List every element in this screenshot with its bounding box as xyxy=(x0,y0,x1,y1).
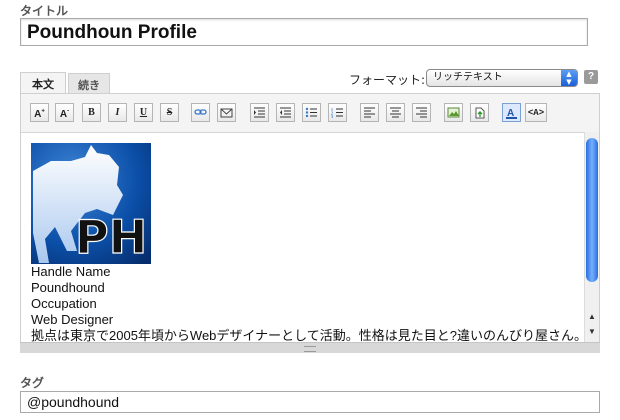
bulleted-list-icon[interactable] xyxy=(302,103,321,122)
numbered-list-icon[interactable]: 123 xyxy=(328,103,347,122)
underline-icon[interactable]: U xyxy=(134,103,153,122)
title-input[interactable]: Poundhoun Profile xyxy=(20,18,588,46)
tag-input[interactable]: @poundhound xyxy=(20,391,600,413)
insert-file-icon[interactable] xyxy=(470,103,489,122)
help-icon[interactable]: ? xyxy=(584,70,598,84)
align-right-icon[interactable] xyxy=(412,103,431,122)
format-select-value: リッチテキスト xyxy=(433,72,503,83)
email-icon[interactable] xyxy=(217,103,236,122)
content-line: Handle Name xyxy=(31,264,111,279)
text-color-icon[interactable]: A xyxy=(502,103,521,122)
format-label: フォーマット: xyxy=(349,73,426,87)
svg-text:3: 3 xyxy=(331,114,333,118)
align-center-icon[interactable] xyxy=(386,103,405,122)
scroll-up-icon[interactable]: ▲ xyxy=(587,312,597,322)
font-size-up-icon[interactable]: A+ xyxy=(30,103,49,122)
content-line: Web Designer xyxy=(31,312,114,327)
format-select[interactable]: リッチテキスト ▲ ▼ xyxy=(426,69,578,87)
italic-icon[interactable]: I xyxy=(108,103,127,122)
select-arrows-icon: ▲ ▼ xyxy=(561,70,577,86)
insert-image-icon[interactable] xyxy=(444,103,463,122)
outdent-icon[interactable] xyxy=(276,103,295,122)
content-line: Poundhound xyxy=(31,280,105,295)
html-source-icon[interactable]: <A> xyxy=(525,103,547,122)
content-line: 拠点は東京で2005年頃からWebデザイナーとして活動。性格は見た目と?違いのん… xyxy=(31,328,584,343)
strikethrough-icon[interactable]: S xyxy=(160,103,179,122)
scroll-down-icon[interactable]: ▼ xyxy=(587,327,597,337)
link-icon[interactable] xyxy=(191,103,210,122)
scroll-thumb[interactable] xyxy=(586,138,598,282)
editor-resize-handle[interactable] xyxy=(20,342,600,353)
align-left-icon[interactable] xyxy=(360,103,379,122)
rich-text-content[interactable]: PH Handle Name Poundhound Occupation Web… xyxy=(21,132,584,343)
tag-label: タグ xyxy=(20,376,45,390)
bold-icon[interactable]: B xyxy=(82,103,101,122)
title-label: タイトル xyxy=(20,4,69,18)
content-line: Occupation xyxy=(31,296,97,311)
poundhound-logo-image: PH xyxy=(31,143,151,264)
font-size-down-icon[interactable]: A- xyxy=(55,103,74,122)
indent-icon[interactable] xyxy=(250,103,269,122)
content-scrollbar[interactable]: ▲ ▼ xyxy=(584,132,599,342)
resize-grip-icon xyxy=(304,346,316,352)
logo-lettering: PH xyxy=(75,210,147,264)
